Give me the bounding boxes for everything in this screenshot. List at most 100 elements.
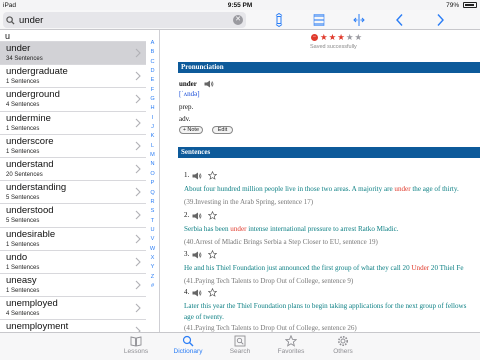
split-view-icon[interactable] <box>352 13 366 27</box>
sentence-highlight: Under <box>411 264 430 272</box>
list-item[interactable]: under 34 Sentences <box>0 42 146 66</box>
alphabet-index-letter[interactable]: G <box>146 95 159 104</box>
alphabet-index-letter[interactable]: C <box>146 58 159 67</box>
headword: under <box>179 80 197 88</box>
sentence-text: Serbia has been under intense internatio… <box>184 224 480 235</box>
sentence-source: (41.Paying Tech Talents to Drop Out of C… <box>184 277 354 285</box>
list-item[interactable]: undergraduate 1 Sentences <box>0 65 146 89</box>
list-item-count: 1 Sentences <box>6 241 40 248</box>
sentence-source: (40.Arrest of Mladic Brings Serbia a Ste… <box>184 238 378 246</box>
status-time: 9:55 PM <box>227 1 253 9</box>
list-item-count: 5 Sentences <box>6 218 40 225</box>
alphabet-index-letter[interactable]: T <box>146 217 159 226</box>
alphabet-index-letter[interactable]: N <box>146 160 159 169</box>
star-empty-icon[interactable]: ★ <box>346 33 354 42</box>
list-item[interactable]: unemployment8 Sentences <box>0 320 146 332</box>
book-icon <box>130 336 142 347</box>
alphabet-index-letter[interactable]: M <box>146 151 159 160</box>
list-item[interactable]: unemployed 4 Sentences <box>0 297 146 321</box>
alphabet-index-letter[interactable]: X <box>146 254 159 263</box>
tab-lessons[interactable]: Lessons <box>116 335 156 355</box>
list-item-word: underground <box>6 89 60 101</box>
alphabet-index-letter[interactable]: W <box>146 245 159 254</box>
top-toolbar: ✕ <box>0 10 480 30</box>
star-filled-icon[interactable]: ★ <box>320 33 328 42</box>
phonetic-transcription: [ˈʌndə] <box>179 90 200 98</box>
speaker-icon[interactable] <box>204 80 214 88</box>
headword-row: under <box>179 79 214 89</box>
list-item[interactable]: underground 4 Sentences <box>0 88 146 112</box>
tab-favorites[interactable]: Favorites <box>271 335 311 355</box>
search-bar[interactable]: ✕ <box>3 12 246 28</box>
favorite-star-icon[interactable] <box>208 171 218 180</box>
back-chevron-icon[interactable] <box>393 13 407 27</box>
clear-search-button[interactable]: ✕ <box>233 15 243 25</box>
sentence-source: (39.Investing in the Arab Spring, senten… <box>184 198 314 206</box>
alphabet-index-letter[interactable]: R <box>146 198 159 207</box>
forward-chevron-icon[interactable] <box>433 13 447 27</box>
list-item[interactable]: undesirable 1 Sentences <box>0 228 146 251</box>
search-icon <box>182 335 194 347</box>
star-empty-icon[interactable]: ★ <box>355 33 363 42</box>
favorite-star-icon[interactable] <box>208 250 218 259</box>
alphabet-index-letter[interactable]: O <box>146 170 159 179</box>
alphabet-index-letter[interactable]: L <box>146 142 159 151</box>
list-item[interactable]: undo 1 Sentences <box>0 251 146 274</box>
alphabet-index-letter[interactable]: # <box>146 282 159 291</box>
list-item-word: underscore <box>6 135 54 147</box>
tab-others[interactable]: Others <box>323 335 363 355</box>
tab-dictionary[interactable]: Dictionary <box>168 335 208 355</box>
alphabet-index-letter[interactable]: Y <box>146 263 159 272</box>
alphabet-index-letter[interactable]: H <box>146 104 159 113</box>
sentence-controls: 2. <box>184 211 223 220</box>
tab-others-label: Others <box>333 348 353 355</box>
alphabet-index-letter[interactable]: U <box>146 226 159 235</box>
rating-stars[interactable]: − ★ ★ ★ ★ ★ <box>311 33 363 41</box>
list-item-word: understand <box>6 158 54 170</box>
tab-bar: Lessons Dictionary Search Favorites Othe… <box>0 332 480 360</box>
battery-indicator: 79% <box>446 2 477 9</box>
alphabet-index-letter[interactable]: Q <box>146 189 159 198</box>
vertical-resize-icon[interactable] <box>272 13 286 27</box>
alphabet-index-letter[interactable]: E <box>146 76 159 85</box>
search-input[interactable] <box>19 13 246 27</box>
alphabet-index-letter[interactable]: K <box>146 132 159 141</box>
star-filled-icon[interactable]: ★ <box>329 33 337 42</box>
speaker-icon[interactable] <box>192 251 202 259</box>
favorite-star-icon[interactable] <box>208 288 218 297</box>
list-item[interactable]: underscore 1 Sentences <box>0 135 146 158</box>
alphabet-index-letter[interactable]: B <box>146 48 159 57</box>
chevron-right-icon <box>135 48 141 58</box>
tab-search[interactable]: Search <box>220 335 260 355</box>
sentence-text-part: About four hundred million people live i… <box>184 185 395 193</box>
list-item[interactable]: understanding 5 Sentences <box>0 181 146 205</box>
sentence-controls: 3. <box>184 250 223 259</box>
list-view-icon[interactable] <box>312 13 326 27</box>
note-button[interactable]: + Note <box>179 126 203 134</box>
alphabet-index-letter[interactable]: J <box>146 123 159 132</box>
favorite-star-icon[interactable] <box>208 211 218 220</box>
list-item-count: 1 Sentences <box>6 264 40 271</box>
alphabet-index-letter[interactable]: A <box>146 39 159 48</box>
list-item[interactable]: understood 5 Sentences <box>0 204 146 228</box>
clear-rating-icon[interactable]: − <box>311 33 318 41</box>
list-item[interactable]: understand 20 Sentences <box>0 158 146 182</box>
alphabet-index-letter[interactable]: S <box>146 207 159 216</box>
word-list: u under 34 Sentences undergraduate 1 Senten… <box>0 30 146 332</box>
speaker-icon[interactable] <box>192 172 202 180</box>
list-item[interactable]: undermine 1 Sentences <box>0 112 146 135</box>
list-item[interactable]: uneasy 1 Sentences <box>0 274 146 298</box>
list-section-header: u <box>0 30 146 42</box>
alphabet-index-letter[interactable]: Z <box>146 273 159 282</box>
alphabet-index-letter[interactable]: P <box>146 179 159 188</box>
alphabet-index-letter[interactable]: F <box>146 86 159 95</box>
speaker-icon[interactable] <box>192 289 202 297</box>
speaker-icon[interactable] <box>192 212 202 220</box>
edit-button[interactable]: Edit <box>212 126 233 134</box>
chevron-right-icon <box>135 303 141 313</box>
alphabet-index-letter[interactable]: I <box>146 114 159 123</box>
alphabet-index-letter[interactable]: D <box>146 67 159 76</box>
star-filled-icon[interactable]: ★ <box>337 33 345 42</box>
alphabet-index-letter[interactable]: V <box>146 235 159 244</box>
alphabet-index[interactable]: A B C D E F G H I J K L M N O P Q R S T U V W X Y Z # <box>146 30 160 332</box>
